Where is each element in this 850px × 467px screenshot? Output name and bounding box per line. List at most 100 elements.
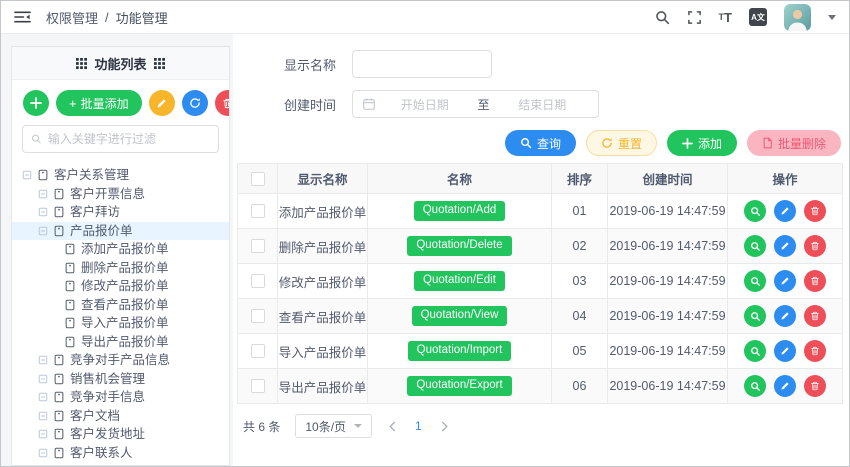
- row-checkbox[interactable]: [250, 239, 265, 253]
- cell-sort: 03: [552, 264, 608, 299]
- tree-expand-toggle[interactable]: [38, 411, 48, 421]
- tree-expand-toggle[interactable]: [38, 429, 48, 439]
- tree-expand-toggle[interactable]: [38, 355, 48, 365]
- delete-button[interactable]: [804, 340, 826, 362]
- tree-item[interactable]: 客户开票信息: [12, 185, 229, 204]
- page-size-select[interactable]: 10条/页: [295, 414, 373, 438]
- sidebar-collapse-icon[interactable]: [14, 10, 31, 24]
- tree-delete-button[interactable]: [214, 90, 229, 116]
- edit-button[interactable]: [774, 305, 796, 327]
- tree-item[interactable]: 产品报价单: [12, 221, 229, 240]
- tree-expand-toggle[interactable]: [38, 448, 48, 458]
- prev-page-button[interactable]: [387, 421, 398, 432]
- trash-icon: [811, 276, 819, 286]
- tree-node-icon: [53, 410, 65, 422]
- caret-down-icon[interactable]: [828, 14, 836, 20]
- translate-icon[interactable]: A文: [749, 8, 767, 26]
- cell-created-time: 2019-06-19 14:47:59: [608, 229, 728, 264]
- date-range-picker[interactable]: 开始日期 至 结束日期: [352, 90, 599, 118]
- tree-item[interactable]: 客户文档: [12, 407, 229, 426]
- breadcrumb-section[interactable]: 权限管理: [46, 8, 98, 27]
- add-button[interactable]: 添加: [666, 130, 737, 156]
- tree-item[interactable]: 销售机会管理: [12, 370, 229, 389]
- view-button[interactable]: [744, 200, 766, 222]
- magnifier-icon: [32, 134, 41, 144]
- tree-item-label: 客户发货地址: [70, 427, 146, 441]
- tree-expand-toggle[interactable]: [22, 170, 32, 180]
- view-button[interactable]: [744, 340, 766, 362]
- tree-add-button[interactable]: [23, 90, 49, 116]
- tree-edit-button[interactable]: [148, 90, 175, 116]
- font-size-icon[interactable]: TT: [719, 11, 732, 24]
- search-icon[interactable]: [655, 10, 670, 25]
- tree-expand-toggle[interactable]: [38, 374, 48, 384]
- tree-item[interactable]: 竞争对手产品信息: [12, 351, 229, 370]
- edit-button[interactable]: [774, 200, 796, 222]
- row-checkbox[interactable]: [250, 204, 265, 218]
- display-name-input[interactable]: [352, 50, 492, 78]
- page-number[interactable]: 1: [413, 419, 424, 433]
- view-button[interactable]: [744, 270, 766, 292]
- avatar[interactable]: [784, 3, 811, 31]
- row-checkbox[interactable]: [250, 344, 265, 358]
- document-icon: [54, 225, 64, 236]
- header-name: 名称: [368, 164, 552, 194]
- tree-expand-toggle[interactable]: [38, 189, 48, 199]
- tree-item-label: 客户开票信息: [70, 186, 146, 201]
- cell-name: Quotation/Edit: [368, 264, 552, 299]
- tree-item[interactable]: 查看产品报价单: [12, 296, 229, 315]
- view-button[interactable]: [744, 375, 766, 397]
- delete-button[interactable]: [804, 200, 826, 222]
- row-checkbox-cell: [238, 334, 278, 369]
- row-checkbox[interactable]: [250, 309, 265, 323]
- tree-expand-toggle[interactable]: [38, 207, 48, 217]
- row-checkbox[interactable]: [250, 274, 265, 288]
- delete-button[interactable]: [804, 375, 826, 397]
- tree-item[interactable]: 添加产品报价单: [12, 240, 229, 259]
- edit-button[interactable]: [774, 270, 796, 292]
- tree-expand-toggle[interactable]: [38, 226, 48, 236]
- tree-filter-input[interactable]: [47, 132, 210, 146]
- table-row: 导入产品报价单 Quotation/Import 05 2019-06-19 14:4…: [238, 334, 842, 369]
- plus-icon: +: [69, 95, 77, 111]
- edit-button[interactable]: [774, 340, 796, 362]
- query-button[interactable]: 查询: [504, 130, 576, 156]
- cell-created-time: 2019-06-19 14:47:59: [608, 369, 728, 404]
- delete-button[interactable]: [804, 235, 826, 257]
- row-checkbox[interactable]: [250, 379, 265, 393]
- delete-button[interactable]: [804, 270, 826, 292]
- cell-display-name: 导入产品报价单: [278, 334, 368, 369]
- tree-item[interactable]: 竞争对手信息: [12, 388, 229, 407]
- reset-button[interactable]: 重置: [585, 130, 657, 156]
- cell-operations: [728, 229, 842, 264]
- tree-expand-icon: [38, 208, 48, 217]
- tree-expand-toggle[interactable]: [38, 392, 48, 402]
- magnifier-icon: [520, 137, 532, 149]
- cell-sort: 06: [552, 369, 608, 404]
- calendar-icon: [362, 97, 376, 111]
- fullscreen-icon[interactable]: [687, 10, 702, 25]
- tree-node-icon: [53, 391, 65, 403]
- tree-item[interactable]: 修改产品报价单: [12, 277, 229, 296]
- view-button[interactable]: [744, 305, 766, 327]
- app-window: 权限管理 / 功能管理 TT A文 显示名称 创建时间 开始日期 至 结束日期 …: [0, 0, 850, 467]
- tree-batch-add-button[interactable]: + 批量添加: [56, 90, 142, 116]
- select-all-checkbox[interactable]: [250, 171, 265, 186]
- edit-button[interactable]: [774, 235, 796, 257]
- batch-delete-button[interactable]: 批量删除: [746, 130, 841, 156]
- tree-item[interactable]: 导出产品报价单: [12, 333, 229, 352]
- tree-item[interactable]: 删除产品报价单: [12, 259, 229, 278]
- tree-node-icon: [64, 262, 76, 274]
- tree-item[interactable]: 客户拜访: [12, 203, 229, 222]
- tree-item[interactable]: 客户关系管理: [12, 166, 229, 185]
- function-tree: 客户关系管理 客户开票信息客户拜访 产品报价单 添加产品报价单 删除产品报价单 修改产品报…: [12, 153, 229, 465]
- tree-refresh-button[interactable]: [181, 90, 208, 116]
- tree-item[interactable]: 客户发货地址: [12, 425, 229, 444]
- trash-icon: [811, 346, 819, 356]
- edit-button[interactable]: [774, 375, 796, 397]
- delete-button[interactable]: [804, 305, 826, 327]
- tree-item[interactable]: 客户联系人: [12, 444, 229, 463]
- tree-item[interactable]: 导入产品报价单: [12, 314, 229, 333]
- view-button[interactable]: [744, 235, 766, 257]
- next-page-button[interactable]: [439, 421, 450, 432]
